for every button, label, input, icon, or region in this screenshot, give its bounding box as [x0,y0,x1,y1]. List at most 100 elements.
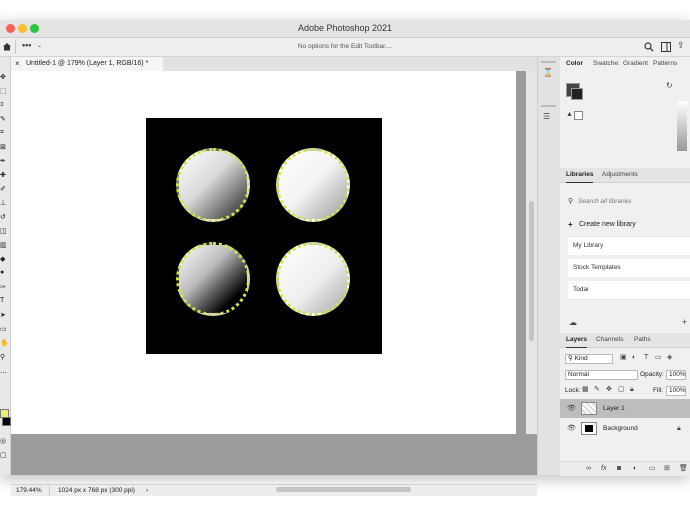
share-icon[interactable]: ⇪ [677,41,685,50]
tab-paths[interactable]: Paths [634,333,651,347]
add-mask-icon[interactable]: ◙ [617,465,621,472]
layer-row-layer-1[interactable]: 👁︎ Layer 1 [560,399,690,418]
refresh-icon[interactable]: ↻ [666,82,673,90]
close-tab-icon[interactable]: × [15,57,20,71]
workspace-icon[interactable] [661,42,671,52]
layer-filter-kind[interactable]: ⚲ Kind [565,354,613,364]
delete-layer-icon[interactable]: 🗑︎ [679,465,688,472]
library-item[interactable]: My Library [568,237,690,255]
window-title: Adobe Photoshop 2021 [297,23,393,33]
app-window: Adobe Photoshop 2021 ••• ⌄ No options fo… [0,20,690,496]
link-layers-icon[interactable]: ∞ [586,465,591,472]
crop-tool-icon[interactable]: ⌗ [0,129,8,137]
hand-tool-icon[interactable]: ✋ [0,339,9,347]
dodge-tool-icon[interactable]: ● [0,269,8,277]
color-slider[interactable] [677,101,687,151]
opacity-label: Opacity: [640,371,664,378]
options-bar: ••• ⌄ No options for the Edit Toolbar...… [0,38,690,57]
filter-smart-object-icon[interactable]: ◈ [667,354,672,361]
history-brush-tool-icon[interactable]: ↺ [0,213,8,221]
search-icon[interactable] [644,42,654,52]
quick-mask-icon[interactable]: ◎ [0,437,8,445]
vertical-scrollbar[interactable] [526,71,537,434]
gamut-swatch[interactable] [574,111,583,120]
tab-channels[interactable]: Channels [596,333,623,347]
filter-pixel-icon[interactable]: ▣ [620,354,627,361]
plus-icon[interactable]: + [568,220,573,229]
layer-row-background[interactable]: 👁︎ Background 🔒︎ [560,419,690,438]
tab-patterns[interactable]: Patterns [653,57,677,71]
lock-transparent-icon[interactable]: ▦ [582,386,589,393]
opacity-input[interactable]: 100% [666,370,686,380]
add-icon[interactable]: + [682,318,687,327]
tab-layers[interactable]: Layers [566,333,587,348]
fill-input[interactable]: 100% [666,386,686,396]
marquee-tool-icon[interactable]: ⬚ [0,87,8,95]
lasso-tool-icon[interactable]: ↄ [0,101,8,109]
new-layer-icon[interactable]: ⊞ [664,465,670,472]
filter-shape-icon[interactable]: ▭ [655,354,662,361]
blur-tool-icon[interactable]: ◆ [0,255,8,263]
library-item[interactable]: Stock Templates [568,259,690,277]
status-arrow-icon[interactable]: › [146,485,148,496]
create-library-button[interactable]: Create new library [579,221,636,228]
cloud-icon[interactable]: ☁ [569,319,577,327]
vertical-scroll-thumb[interactable] [529,201,534,341]
tab-color[interactable]: Color [566,57,583,71]
gradient-circle-top-right [276,148,350,222]
eye-icon[interactable]: 👁︎ [567,405,576,412]
adjustment-layer-icon[interactable]: ◐ [633,465,637,472]
background-color-swatch[interactable] [2,417,11,426]
eraser-tool-icon[interactable]: ◫ [0,227,8,235]
lock-pixels-icon[interactable]: ✎ [594,386,600,393]
lock-all-icon[interactable]: 🔒︎ [630,386,634,393]
tab-adjustments[interactable]: Adjustments [602,168,638,182]
zoom-level[interactable]: 179.44% [16,485,42,496]
screen-mode-icon[interactable]: ▢ [0,451,8,459]
layers-panel-tabs: Layers Channels Paths [560,333,690,348]
layer-thumbnail [581,422,597,435]
lock-artboard-icon[interactable]: ▢ [618,386,625,393]
history-panel-icon[interactable]: ⌛ [543,69,553,77]
filter-type-icon[interactable]: T [644,354,648,361]
right-panels: Color Swatche: Gradient Patterns ↻ ▲ Lib… [560,57,690,476]
frame-tool-icon[interactable]: ⊠ [0,143,8,151]
brush-tool-icon[interactable]: ✐ [0,185,8,193]
tab-libraries[interactable]: Libraries [566,168,594,183]
tab-gradient[interactable]: Gradient [623,57,648,71]
background-color-chip[interactable] [571,88,583,100]
layer-name: Background [603,425,638,432]
more-tools-icon[interactable]: ⋯ [0,369,8,379]
tools-panel: ✥ ⬚ ↄ ✎ ⌗ ⊠ ✒ ✚ ✐ ⊥ ↺ ◫ ▥ ◆ ● ✑ T ➤ ▭ ✋ … [0,57,11,475]
tab-swatches[interactable]: Swatche: [593,57,620,71]
zoom-tool-icon[interactable]: ⚲ [0,353,8,361]
layer-style-icon[interactable]: fx [601,465,606,472]
eyedropper-tool-icon[interactable]: ✒ [0,157,8,165]
canvas[interactable] [11,71,516,434]
divider [49,486,50,495]
new-group-icon[interactable]: ▭ [649,465,656,472]
document-tab[interactable]: × Untitled-1 @ 179% (Layer 1, RGB/16) * [11,57,164,71]
library-item[interactable]: Todai [568,281,690,299]
warning-icon: ▲ [566,111,573,118]
move-tool-icon[interactable]: ✥ [0,73,8,81]
shape-tool-icon[interactable]: ▭ [0,325,8,333]
properties-panel-icon[interactable]: ☰ [543,113,550,121]
pen-tool-icon[interactable]: ✑ [0,283,8,291]
title-bar: Adobe Photoshop 2021 [0,20,690,38]
type-tool-icon[interactable]: T [0,297,8,305]
gradient-tool-icon[interactable]: ▥ [0,241,8,249]
eye-icon[interactable]: 👁︎ [567,425,576,432]
filter-adjustment-icon[interactable]: ◐ [632,354,636,361]
blend-mode-select[interactable]: Normal [565,370,638,380]
gradient-circle-bottom-left [176,242,250,316]
lock-position-icon[interactable]: ✥ [606,386,612,393]
path-select-tool-icon[interactable]: ➤ [0,311,8,319]
status-bar: 179.44% 1024 px x 768 px (300 ppi) › [11,484,537,496]
panel-grip [541,61,556,63]
healing-tool-icon[interactable]: ✚ [0,171,8,179]
stamp-tool-icon[interactable]: ⊥ [0,199,8,207]
library-search-input[interactable] [576,194,690,208]
quick-select-tool-icon[interactable]: ✎ [0,115,8,123]
horizontal-scroll-thumb[interactable] [276,487,411,492]
